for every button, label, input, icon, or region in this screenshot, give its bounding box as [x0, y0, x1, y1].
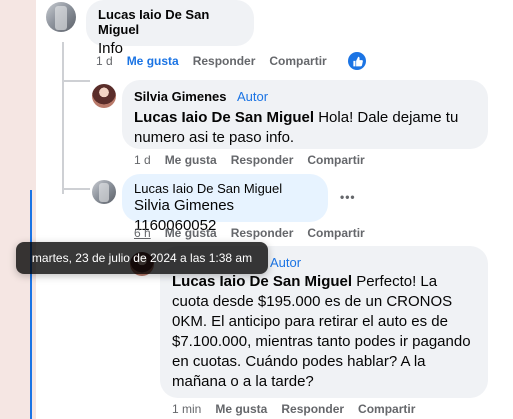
- thread-connector: [62, 80, 90, 82]
- comment-time[interactable]: 1 d: [96, 54, 113, 68]
- reply-button[interactable]: Responder: [231, 153, 294, 167]
- reply-button[interactable]: Responder: [193, 54, 256, 68]
- comment-bubble: Silvia Gimenes Autor Lucas Iaio De San M…: [122, 80, 488, 149]
- comment-bubble: Lucas Iaio De San Miguel Info: [86, 0, 254, 57]
- author-badge: Autor: [270, 255, 302, 270]
- like-button[interactable]: Me gusta: [215, 402, 267, 416]
- share-button[interactable]: Compartir: [307, 153, 364, 167]
- mention-link[interactable]: Silvia Gimenes: [134, 197, 234, 214]
- comment-time[interactable]: 1 min: [172, 402, 201, 416]
- comment-text: Lucas Iaio De San Miguel Perfecto! La cu…: [172, 272, 476, 392]
- author-badge: Autor: [236, 89, 269, 104]
- timestamp-tooltip: martes, 23 de julio de 2024 a las 1:38 a…: [16, 242, 268, 274]
- mention-link[interactable]: Lucas Iaio De San Miguel: [172, 273, 352, 290]
- like-button[interactable]: Me gusta: [165, 226, 217, 240]
- share-button[interactable]: Compartir: [307, 226, 364, 240]
- comment-author[interactable]: Lucas Iaio De San Miguel: [134, 181, 316, 196]
- like-button[interactable]: Me gusta: [165, 153, 217, 167]
- comment-time[interactable]: 1 d: [134, 153, 151, 167]
- avatar[interactable]: [92, 84, 116, 108]
- comment-message: Perfecto! La cuota desde $195.000 es de …: [172, 273, 471, 390]
- reply-button[interactable]: Responder: [281, 402, 344, 416]
- avatar[interactable]: [92, 180, 116, 204]
- share-button[interactable]: Compartir: [269, 54, 326, 68]
- reply-button[interactable]: Responder: [231, 226, 294, 240]
- share-button[interactable]: Compartir: [358, 402, 415, 416]
- more-options-icon[interactable]: •••: [340, 190, 356, 204]
- avatar[interactable]: [46, 2, 76, 32]
- mention-link[interactable]: Lucas Iaio De San Miguel: [134, 109, 314, 126]
- thread-connector: [62, 188, 90, 190]
- comment-time[interactable]: 6 h: [134, 226, 151, 240]
- selected-thread-line: [30, 190, 32, 419]
- comment-actions: 6 h Me gusta Responder Compartir: [134, 226, 365, 240]
- comment-bubble: Lucas Iaio De San Miguel Silvia Gimenes …: [122, 174, 328, 234]
- comment-author[interactable]: Lucas Iaio De San Miguel: [98, 7, 242, 37]
- comment-actions: 1 min Me gusta Responder Compartir: [172, 402, 415, 416]
- comment-author[interactable]: Silvia Gimenes: [134, 89, 227, 104]
- thread-line: [62, 42, 64, 194]
- comment-text: Lucas Iaio De San Miguel Hola! Dale deja…: [134, 108, 476, 148]
- comment-actions: 1 d Me gusta Responder Compartir: [134, 153, 365, 167]
- thumbs-up-icon[interactable]: [348, 52, 366, 70]
- like-button[interactable]: Me gusta: [127, 54, 179, 68]
- comment-actions: 1 d Me gusta Responder Compartir: [96, 54, 327, 68]
